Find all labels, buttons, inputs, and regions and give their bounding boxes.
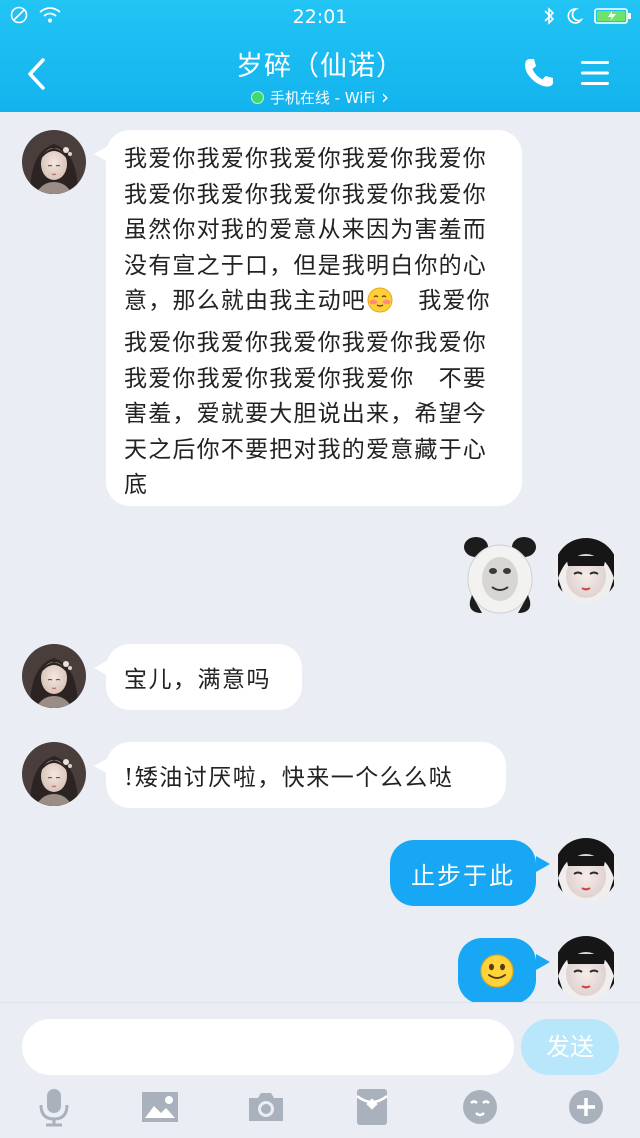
- contact-avatar[interactable]: [22, 130, 86, 194]
- nav-bar: 岁碎（仙诺） 手机在线 - WiFi ›: [0, 36, 640, 112]
- message-bubble-incoming[interactable]: !矮油讨厌啦，快来一个么么哒: [106, 742, 506, 808]
- my-avatar[interactable]: [554, 538, 618, 602]
- contact-avatar-image: [22, 130, 86, 194]
- send-button[interactable]: 发送: [521, 1019, 619, 1075]
- back-arrow-icon[interactable]: [18, 54, 58, 94]
- my-avatar-image: [554, 838, 618, 902]
- message-bubble-incoming[interactable]: 我爱你我爱你我爱你我爱你我爱你我爱你我爱你我爱你我爱你我爱你 虽然你对我的爱意从…: [106, 130, 522, 506]
- message-text: 宝儿，满意吗: [124, 667, 271, 693]
- message-text: 止步于此: [411, 862, 515, 890]
- chat-header: 22:01 岁碎（仙诺） 手机在线 - WiFi ›: [0, 0, 640, 112]
- red-packet-button[interactable]: [350, 1085, 394, 1129]
- online-dot-icon: [250, 91, 264, 104]
- bubble-tail: [536, 856, 550, 872]
- blushing-face-emoji-icon: [366, 286, 394, 326]
- bluetooth-icon: [544, 7, 555, 25]
- panda-meme-sticker[interactable]: [462, 535, 538, 615]
- emoji-button[interactable]: [458, 1085, 502, 1129]
- contact-name: 岁碎（仙诺）: [236, 51, 404, 82]
- message-bubble-outgoing[interactable]: [458, 938, 536, 1004]
- phone-call-icon[interactable]: [522, 56, 556, 90]
- status-bar: 22:01: [0, 0, 640, 34]
- message-bubble-outgoing[interactable]: 止步于此: [390, 840, 536, 906]
- message-text: 我爱你我爱你我爱你我爱你我爱你我爱你我爱你我爱你我爱你我爱你 虽然你对我的爱意从…: [124, 146, 512, 499]
- contact-avatar[interactable]: [22, 742, 86, 806]
- smiling-face-emoji-icon: [480, 954, 514, 988]
- message-text: !矮油讨厌啦，快来一个么么哒: [124, 765, 454, 791]
- my-avatar-image: [554, 936, 618, 1000]
- camera-button[interactable]: [244, 1085, 288, 1129]
- emoji-icon: [463, 1090, 497, 1124]
- my-avatar-image: [554, 538, 618, 602]
- contact-avatar[interactable]: [22, 644, 86, 708]
- message-input[interactable]: [22, 1019, 514, 1075]
- my-avatar[interactable]: [554, 936, 618, 1000]
- contact-avatar-image: [22, 644, 86, 708]
- online-status: 手机在线 - WiFi ›: [250, 85, 390, 109]
- plus-button[interactable]: [564, 1085, 608, 1129]
- menu-icon[interactable]: [578, 56, 612, 90]
- bubble-tail: [536, 954, 550, 970]
- mic-icon: [39, 1089, 69, 1127]
- plus-icon: [569, 1090, 603, 1124]
- my-avatar[interactable]: [554, 838, 618, 902]
- mic-button[interactable]: [32, 1085, 76, 1129]
- image-icon: [142, 1092, 178, 1122]
- red-packet-icon: [356, 1089, 388, 1125]
- online-status-text: 手机在线 - WiFi: [269, 89, 376, 107]
- message-bubble-incoming[interactable]: 宝儿，满意吗: [106, 644, 302, 710]
- image-button[interactable]: [138, 1085, 182, 1129]
- moon-icon: [567, 8, 584, 24]
- contact-avatar-image: [22, 742, 86, 806]
- input-area: 发送: [0, 1002, 640, 1138]
- camera-icon: [249, 1093, 283, 1121]
- panda-meme-sticker-image: [464, 537, 536, 614]
- chevron-right-icon: ›: [381, 85, 390, 109]
- chat-title-block[interactable]: 岁碎（仙诺） 手机在线 - WiFi ›: [150, 44, 490, 108]
- battery-icon: [594, 8, 631, 24]
